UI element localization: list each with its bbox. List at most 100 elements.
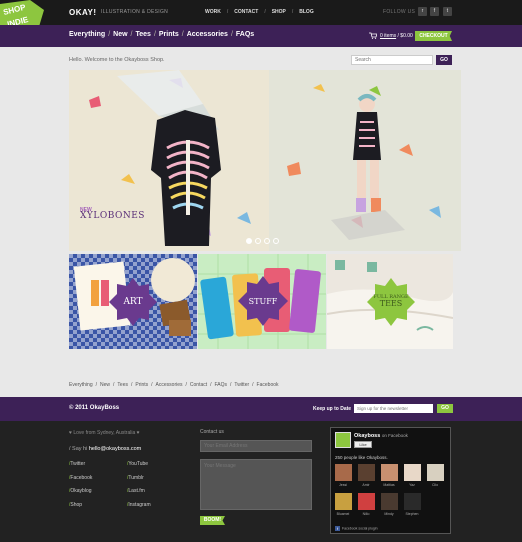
fb-face-avatar[interactable] [404, 493, 421, 510]
cat-sep: / [153, 31, 156, 38]
topnav-shop[interactable]: SHOP [272, 9, 286, 15]
tile-art[interactable]: ART [69, 254, 197, 349]
footer-link-youtube-label: YouTube [128, 461, 149, 467]
fb-face-name: Jessi [339, 483, 347, 487]
fb-face-avatar[interactable] [427, 464, 444, 481]
fb-like-count: 250 people like Okayboss. [335, 455, 388, 460]
fb-face-name: Nillo [362, 512, 370, 516]
cat-sep: / [108, 31, 111, 38]
checkout-button[interactable]: CHECKOUT [415, 31, 452, 41]
twitter-icon[interactable]: t [443, 7, 452, 16]
facebook-widget: Okayboss on Facebook Like 250 people lik… [330, 427, 451, 534]
slide-dot[interactable] [264, 238, 270, 244]
slide-dot[interactable] [273, 238, 279, 244]
facebook-icon[interactable]: f [430, 7, 439, 16]
fb-face-name: Clio [431, 483, 439, 487]
cat-sep: / [230, 31, 233, 38]
topnav-sep: / [291, 9, 294, 15]
fb-face-avatar[interactable] [358, 464, 375, 481]
copyright-bar: © 2011 OkayBoss Keep up to Date GO [0, 397, 522, 421]
cart-total: $0.00 [400, 33, 413, 39]
fb-face-avatar[interactable] [335, 464, 352, 481]
okay-logo[interactable]: OKAY! [69, 8, 97, 17]
fb-social-plugin[interactable]: f Facebook social plugin [335, 526, 378, 531]
tile-tees[interactable]: FULL RANGE TEES [327, 254, 453, 349]
fnav-contact[interactable]: Contact [190, 382, 207, 388]
newsletter-label: Keep up to Date [313, 406, 352, 412]
topnav-work[interactable]: WORK [205, 9, 221, 15]
fnav-new[interactable]: New [100, 382, 110, 388]
slide-dot[interactable] [255, 238, 261, 244]
footer-link-lastfm-label: Last.fm [128, 488, 145, 494]
facebook-small-icon: f [335, 526, 340, 531]
topnav-sep: / [226, 9, 229, 15]
love-from-text: ♥ Love from Sydney, Australia ♥ [69, 430, 140, 436]
welcome-text: Hello. Welcome to the Okayboss Shop. [69, 57, 165, 63]
footer-link-lastfm[interactable]: /Last.fm [127, 488, 145, 494]
cart-icon[interactable] [369, 32, 378, 39]
fb-face-avatar[interactable] [381, 464, 398, 481]
slide-dot[interactable] [246, 238, 252, 244]
tile-tees-line-2: TEES [379, 299, 403, 309]
footer-link-okayblog[interactable]: /Okayblog [69, 488, 92, 494]
topnav-contact[interactable]: CONTACT [234, 9, 258, 15]
topnav-blog[interactable]: BLOG [299, 9, 313, 15]
fb-face-name: Amir [362, 483, 370, 487]
top-nav: WORK / CONTACT / SHOP / BLOG [205, 9, 314, 15]
fb-face-avatar[interactable] [381, 493, 398, 510]
hero-title[interactable]: XYLOBONES [80, 211, 145, 221]
fb-face-name: Mattias [383, 483, 395, 487]
footer-link-instagram[interactable]: /Instagram [127, 502, 151, 508]
footer-link-shop[interactable]: /Shop [69, 502, 82, 508]
fb-like-button[interactable]: Like [354, 441, 372, 448]
footer-link-youtube[interactable]: /YouTube [127, 461, 148, 467]
tile-stuff[interactable]: STUFF [198, 254, 326, 349]
fb-page-name[interactable]: Okayboss on Facebook [354, 433, 408, 439]
topnav-sep: / [264, 9, 266, 15]
fnav-accessories[interactable]: Accessories [156, 382, 183, 388]
newsletter-go-button[interactable]: GO [437, 404, 453, 413]
footer-nav: Everything / New / Tees / Prints / Accessori… [69, 382, 279, 388]
fb-page-name-text: Okayboss [354, 433, 381, 439]
fnav-facebook[interactable]: Facebook [257, 382, 279, 388]
category-nav: Everything / New / Tees / Prints / Acces… [69, 31, 254, 38]
rss-icon[interactable]: r [418, 7, 427, 16]
hero-slideshow[interactable] [69, 70, 461, 251]
fb-face-avatar[interactable] [358, 493, 375, 510]
fnav-twitter[interactable]: Twitter [234, 382, 249, 388]
footer-link-facebook[interactable]: /Facebook [69, 475, 92, 481]
slideshow-dots [246, 238, 279, 244]
footer-link-instagram-label: Instagram [128, 502, 151, 508]
fnav-faqs[interactable]: FAQs [215, 382, 228, 388]
cat-faqs[interactable]: FAQs [236, 31, 254, 38]
cart-summary[interactable]: 0 items / $0.00 [380, 33, 413, 39]
search-go-button[interactable]: GO [436, 55, 452, 65]
cat-new[interactable]: New [113, 31, 127, 38]
fb-plugin-text: Facebook social plugin [342, 526, 378, 531]
contact-submit-button[interactable]: BOOM! [200, 516, 225, 525]
search-input[interactable] [351, 55, 433, 65]
email-link[interactable]: hello@okayboss.com [89, 446, 141, 452]
newsletter-input[interactable] [354, 404, 433, 413]
fnav-tees[interactable]: Tees [117, 382, 128, 388]
cat-everything[interactable]: Everything [69, 31, 105, 38]
fb-face-name: Bluamei [336, 512, 350, 516]
contact-email-field[interactable] [200, 440, 312, 452]
fb-face-name: Stephen [405, 512, 419, 516]
fb-face-avatar[interactable] [335, 493, 352, 510]
say-hi-prefix: / Say hi [69, 446, 89, 452]
contact-message-field[interactable] [200, 459, 312, 510]
okayboss-avatar[interactable] [335, 432, 351, 448]
footer-link-twitter[interactable]: /Twitter [69, 461, 85, 467]
fnav-everything[interactable]: Everything [69, 382, 93, 388]
cat-tees[interactable]: Tees [136, 31, 151, 38]
fnav-prints[interactable]: Prints [135, 382, 148, 388]
cat-prints[interactable]: Prints [159, 31, 179, 38]
cart-items[interactable]: 0 items [380, 33, 396, 39]
fb-face-avatar[interactable] [404, 464, 421, 481]
tile-art-label: ART [123, 297, 143, 307]
footer-link-tumblr[interactable]: /Tumblr [127, 475, 144, 481]
tile-stuff-label: STUFF [248, 296, 278, 306]
category-bar: Everything / New / Tees / Prints / Acces… [0, 25, 522, 47]
cat-accessories[interactable]: Accessories [187, 31, 228, 38]
